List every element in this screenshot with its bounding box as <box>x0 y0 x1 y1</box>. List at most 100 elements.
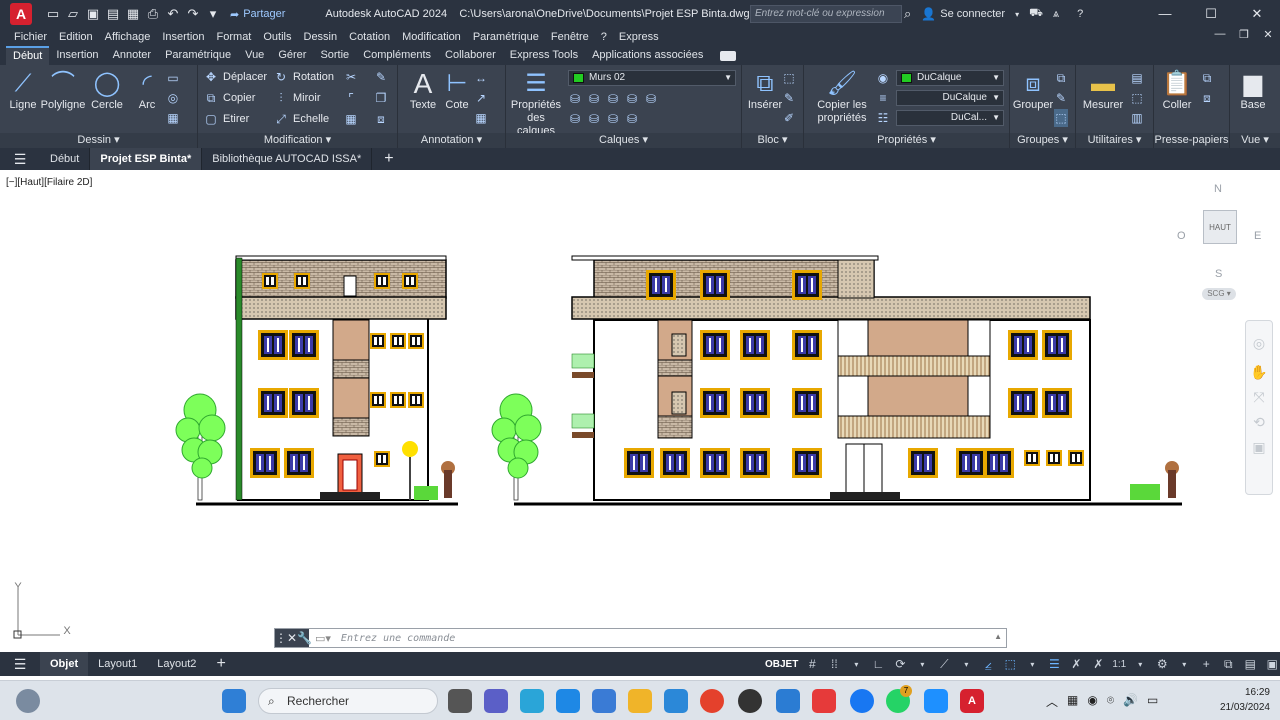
edit-attributes-button[interactable]: ✐ <box>782 109 796 127</box>
osnap-chevron-icon[interactable]: ▾ <box>1024 660 1040 669</box>
file-tabs-menu-icon[interactable]: ☰ <box>0 151 40 168</box>
layer-make-current-icon[interactable]: ⛁ <box>568 110 582 128</box>
facebook-icon[interactable] <box>850 689 874 713</box>
tab-layout2[interactable]: Layout2 <box>147 652 206 676</box>
todo-icon[interactable] <box>664 689 688 713</box>
menu-insertion[interactable]: Insertion <box>162 31 204 43</box>
teams-icon[interactable] <box>484 689 508 713</box>
add-layout-icon[interactable]: + <box>206 652 235 676</box>
rotation-button[interactable]: ↻ Rotation <box>274 68 334 86</box>
media-player-icon[interactable] <box>738 689 762 713</box>
ellipse-button[interactable]: ▦ <box>166 109 180 127</box>
layouts-menu-icon[interactable]: ☰ <box>0 656 40 673</box>
menu-fichier[interactable]: Fichier <box>14 31 47 43</box>
new-tab-icon[interactable]: + <box>384 150 393 168</box>
group-edit-button[interactable]: ✎ <box>1054 89 1068 107</box>
cut-clip-button[interactable]: ⧈ <box>1200 89 1214 107</box>
layer-off-icon[interactable]: ⛁ <box>568 90 582 108</box>
notes-icon[interactable] <box>592 689 616 713</box>
scale-chevron-icon[interactable]: ▾ <box>1132 660 1148 669</box>
array-button[interactable]: ▦ <box>344 110 358 128</box>
polar-chevron-icon[interactable]: ▾ <box>914 660 930 669</box>
clock[interactable]: 16:29 21/03/2024 <box>1220 685 1270 715</box>
layer-freeze-icon[interactable]: ⛁ <box>606 90 620 108</box>
lineweight-toggle-icon[interactable]: ☰ <box>1046 657 1062 671</box>
create-block-button[interactable]: ⬚ <box>782 69 796 87</box>
redo-icon[interactable]: ↷ <box>186 7 200 21</box>
menu-express[interactable]: Express <box>619 31 659 43</box>
command-input[interactable]: Entrez une commande <box>341 633 455 644</box>
arc-button[interactable]: ◜ Arc <box>124 69 170 111</box>
workspace-chevron-icon[interactable]: ▾ <box>1176 660 1192 669</box>
workspace-gear-icon[interactable]: ⚙ <box>1154 657 1170 671</box>
maximize-icon[interactable]: ☐ <box>1188 0 1234 28</box>
close-command-icon[interactable]: ✕ <box>287 631 297 645</box>
doc-minimize-icon[interactable]: — <box>1208 28 1232 41</box>
polar-icon[interactable]: ⟳ <box>892 657 908 671</box>
tab-parametrique[interactable]: Paramétrique <box>158 46 238 65</box>
coller-button[interactable]: 📋 Coller <box>1154 69 1200 111</box>
grip-icon[interactable]: ⋮ <box>275 631 287 645</box>
doc-close-icon[interactable]: ✕ <box>1256 28 1280 41</box>
annotation-visibility-icon[interactable]: ✗ <box>1068 657 1084 671</box>
group-selection-button[interactable]: ⬚ <box>1054 109 1068 127</box>
layer-match-icon[interactable]: ⛁ <box>644 90 658 108</box>
layer-lock-icon[interactable]: ⛁ <box>625 90 639 108</box>
command-line-grip[interactable]: ⋮ ✕ 🔧 <box>275 629 312 647</box>
etirer-button[interactable]: ▢ Etirer <box>204 110 249 128</box>
tray-app-icon[interactable]: ▦ <box>1067 693 1078 710</box>
task-view-icon[interactable] <box>448 689 472 713</box>
copy-clip-button[interactable]: ⧉ <box>1200 69 1214 87</box>
menu-affichage[interactable]: Affichage <box>105 31 151 43</box>
tab-collaborer[interactable]: Collaborer <box>438 46 503 65</box>
menu-help[interactable]: ? <box>601 31 607 43</box>
quick-properties-icon[interactable]: ▤ <box>1242 657 1258 671</box>
tab-express-tools[interactable]: Express Tools <box>503 46 585 65</box>
select-all-button[interactable]: ⬚ <box>1130 89 1144 107</box>
base-button[interactable]: ▆ Base <box>1230 69 1276 111</box>
cart-icon[interactable]: ⛟ <box>1029 7 1043 21</box>
pan-icon[interactable]: ✋ <box>1246 364 1272 381</box>
open-folder-icon[interactable]: ▱ <box>66 7 80 21</box>
tab-debut[interactable]: Début <box>6 46 50 65</box>
menu-dessin[interactable]: Dessin <box>304 31 338 43</box>
help-icon[interactable]: ? <box>1077 8 1083 20</box>
store-icon[interactable] <box>556 689 580 713</box>
menu-fenetre[interactable]: Fenêtre <box>551 31 589 43</box>
tray-circle-icon[interactable]: ◉ <box>1087 693 1097 710</box>
new-file-icon[interactable]: ▭ <box>46 7 60 21</box>
tab-insertion[interactable]: Insertion <box>49 46 105 65</box>
object-snap-icon[interactable]: ⬚ <box>1002 657 1018 671</box>
polyligne-button[interactable]: ⌒ Polyligne <box>38 69 88 111</box>
tab-objet[interactable]: Objet <box>40 652 89 676</box>
weather-icon[interactable] <box>16 689 40 713</box>
layer-thaw-icon[interactable]: ⛁ <box>606 110 620 128</box>
print-icon[interactable]: ⎙ <box>146 7 160 21</box>
app-red-icon[interactable] <box>812 689 836 713</box>
volume-icon[interactable]: 🔊 <box>1123 693 1138 710</box>
orbit-icon[interactable]: ⟲ <box>1246 414 1272 431</box>
annotation-monitor-icon[interactable]: + <box>1198 657 1214 671</box>
close-icon[interactable]: ✕ <box>1234 0 1280 28</box>
command-history-chevron-icon[interactable]: ▲ <box>994 632 1002 641</box>
search-icon[interactable]: ⌕ <box>904 6 911 22</box>
web-mobile-icon[interactable]: ▦ <box>126 7 140 21</box>
tab-annoter[interactable]: Annoter <box>106 46 159 65</box>
edit-block-button[interactable]: ✎ <box>782 89 796 107</box>
doc-tab-bibliotheque[interactable]: Bibliothèque AUTOCAD ISSA* <box>202 148 373 170</box>
save-icon[interactable]: ▣ <box>86 7 100 21</box>
battery-icon[interactable]: ▭ <box>1147 693 1158 710</box>
menu-format[interactable]: Format <box>217 31 252 43</box>
customize-command-icon[interactable]: 🔧 <box>297 631 312 645</box>
isodraft-icon[interactable]: ⟋ <box>936 657 952 672</box>
linetype-dropdown[interactable]: DuCalque ▼ <box>896 90 1004 106</box>
isolate-objects-icon[interactable]: ▣ <box>1264 657 1280 671</box>
units-icon[interactable]: ⧉ <box>1220 657 1236 672</box>
doc-restore-icon[interactable]: ❐ <box>1232 28 1256 41</box>
ungroup-button[interactable]: ⧉ <box>1054 69 1068 87</box>
leader-button[interactable]: ↗ <box>474 89 488 107</box>
sign-in-button[interactable]: Se connecter <box>940 8 1005 20</box>
tab-applications-associees[interactable]: Applications associées <box>585 46 710 65</box>
autocad-taskbar-icon[interactable]: A <box>960 689 984 713</box>
tab-layout1[interactable]: Layout1 <box>88 652 147 676</box>
